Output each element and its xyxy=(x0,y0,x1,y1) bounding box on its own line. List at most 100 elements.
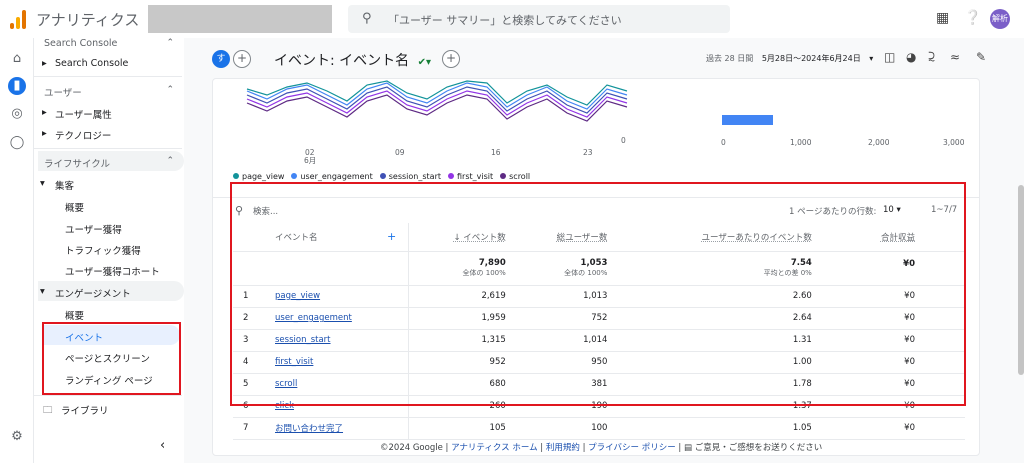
legend-item[interactable]: session_start xyxy=(379,172,441,181)
row-event-count: 2,619 xyxy=(408,285,514,308)
spacer xyxy=(387,417,409,440)
table-search-input[interactable]: 検索... xyxy=(253,205,278,217)
table-row[interactable]: 6 click 260 190 1.37 ¥0 xyxy=(233,395,965,418)
events-active-bg xyxy=(42,325,180,345)
row-total-users: 190 xyxy=(513,395,616,418)
row-events-per-user: 1.00 xyxy=(615,351,820,374)
row-event-count: 1,959 xyxy=(408,307,514,330)
search-icon: ⚲ xyxy=(235,204,244,217)
row-index: 6 xyxy=(233,395,267,418)
footer-link-terms[interactable]: 利用規約 xyxy=(546,443,580,453)
page-title: イベント: イベント名 ✔▾ xyxy=(274,53,432,69)
event-name-link[interactable]: user_engagement xyxy=(275,313,352,323)
table-row[interactable]: 7 お問い合わせ完了 105 100 1.05 ¥0 xyxy=(233,417,965,440)
y-tick-0: 0 xyxy=(621,136,626,145)
col-event-count[interactable]: ↓ イベント数 xyxy=(408,223,514,252)
row-event-count: 260 xyxy=(408,395,514,418)
add-filter-button[interactable]: + xyxy=(442,50,460,68)
left-rail: ⌂ ▮ ◎ ◯ ⚙ xyxy=(0,38,34,463)
trend-icon[interactable]: ≈ xyxy=(950,50,960,64)
series-line-scroll xyxy=(246,94,628,122)
footer-feedback[interactable]: ご意見・ご感想をお送りください xyxy=(695,443,823,453)
advertising-icon[interactable]: ◯ xyxy=(8,134,26,152)
add-dimension-button[interactable]: + xyxy=(387,223,409,252)
check-circle-icon[interactable]: ✔▾ xyxy=(418,57,431,68)
event-name-link[interactable]: page_view xyxy=(275,291,320,301)
share-icon[interactable]: ⫈ xyxy=(928,50,935,65)
date-range-picker[interactable]: 過去 28 日間 5月28日～2024年6月24日 ▾ xyxy=(706,53,873,64)
caret-down-icon: ▾ xyxy=(869,54,874,63)
row-revenue: ¥0 xyxy=(819,307,965,330)
col-total-users[interactable]: 総ユーザー数 xyxy=(513,223,616,252)
row-event-count: 680 xyxy=(408,373,514,396)
row-total-users: 752 xyxy=(513,307,616,330)
row-event-count: 1,315 xyxy=(408,329,514,352)
home-icon[interactable]: ⌂ xyxy=(8,50,26,68)
col-event-name[interactable]: イベント名 xyxy=(267,223,387,252)
table-row[interactable]: 1 page_view 2,619 1,013 2.60 ¥0 xyxy=(233,285,965,308)
row-events-per-user: 1.78 xyxy=(615,373,820,396)
chevron-left-icon: ‹ xyxy=(160,438,166,453)
reports-icon[interactable]: ▮ xyxy=(8,77,26,95)
row-index: 2 xyxy=(233,307,267,330)
row-event-name: click xyxy=(267,395,387,418)
account-selector[interactable] xyxy=(148,5,332,33)
events-table: イベント名 + ↓ イベント数 総ユーザー数 ユーザーあたりのイベント数 合計収… xyxy=(233,223,965,440)
col-events-per-user[interactable]: ユーザーあたりのイベント数 xyxy=(615,223,820,252)
row-total-users: 1,013 xyxy=(513,285,616,308)
legend-dot-icon xyxy=(500,173,507,179)
footer-link-privacy[interactable]: プライバシー ポリシー xyxy=(588,443,676,453)
page-scrollbar[interactable] xyxy=(1018,185,1024,375)
insights-icon[interactable]: ◕ xyxy=(906,50,916,64)
event-name-link[interactable]: first_visit xyxy=(275,357,313,367)
legend-item[interactable]: scroll xyxy=(500,172,530,181)
avatar[interactable]: 解析 xyxy=(990,9,1010,29)
table-row[interactable]: 4 first_visit 952 950 1.00 ¥0 xyxy=(233,351,965,374)
row-index: 5 xyxy=(233,373,267,396)
footer-link-home[interactable]: アナリティクス ホーム xyxy=(451,443,538,453)
bar-tick-1000: 1,000 xyxy=(790,138,812,147)
row-index: 1 xyxy=(233,285,267,308)
top-bar: アナリティクス ⚲ 「ユーザー サマリー」と検索してみてください ▦ ❔ 解析 xyxy=(0,0,1024,38)
edit-pencil-icon[interactable]: ✎ xyxy=(976,50,986,64)
row-event-name: お問い合わせ完了 xyxy=(267,417,387,440)
explore-icon[interactable]: ◎ xyxy=(8,105,26,123)
spacer xyxy=(387,285,409,308)
table-row[interactable]: 3 session_start 1,315 1,014 1.31 ¥0 xyxy=(233,329,965,352)
add-comparison-button[interactable]: + xyxy=(233,50,251,68)
settings-gear-icon[interactable]: ⚙ xyxy=(8,428,26,446)
row-total-users: 950 xyxy=(513,351,616,374)
event-name-link[interactable]: session_start xyxy=(275,335,331,345)
divider xyxy=(34,395,182,396)
row-revenue: ¥0 xyxy=(819,417,965,440)
event-name-link[interactable]: お問い合わせ完了 xyxy=(275,424,343,434)
x-tick-23: 23 xyxy=(583,148,593,157)
apps-grid-icon[interactable]: ▦ xyxy=(936,10,949,26)
table-row[interactable]: 2 user_engagement 1,959 752 2.64 ¥0 xyxy=(233,307,965,330)
rows-per-page-select[interactable]: 10 ▾ xyxy=(883,205,901,215)
legend-item[interactable]: page_view xyxy=(233,172,284,181)
row-event-name: first_visit xyxy=(267,351,387,374)
row-total-users: 381 xyxy=(513,373,616,396)
legend-dot-icon xyxy=(233,173,239,179)
event-name-link[interactable]: click xyxy=(275,401,294,411)
comparison-chip[interactable]: す xyxy=(212,50,230,68)
global-search[interactable]: ⚲ 「ユーザー サマリー」と検索してみてください xyxy=(348,5,730,33)
row-revenue: ¥0 xyxy=(819,395,965,418)
row-index: 7 xyxy=(233,417,267,440)
analytics-logo-icon xyxy=(10,9,26,29)
row-revenue: ¥0 xyxy=(819,373,965,396)
feedback-icon[interactable]: ▤ xyxy=(684,443,692,453)
legend-item[interactable]: user_engagement xyxy=(291,172,373,181)
help-icon[interactable]: ❔ xyxy=(964,10,981,26)
table-row[interactable]: 5 scroll 680 381 1.78 ¥0 xyxy=(233,373,965,396)
report-header: す + イベント: イベント名 ✔▾ + 過去 28 日間 5月28日～2024… xyxy=(184,38,1024,78)
row-events-per-user: 1.05 xyxy=(615,417,820,440)
customize-report-icon[interactable]: ◫ xyxy=(884,50,895,64)
event-name-link[interactable]: scroll xyxy=(275,379,297,389)
legend-item[interactable]: first_visit xyxy=(448,172,493,181)
row-revenue: ¥0 xyxy=(819,329,965,352)
col-revenue[interactable]: 合計収益 xyxy=(819,223,965,252)
row-event-count: 952 xyxy=(408,351,514,374)
pager-info: 1~7/7 xyxy=(931,205,958,215)
